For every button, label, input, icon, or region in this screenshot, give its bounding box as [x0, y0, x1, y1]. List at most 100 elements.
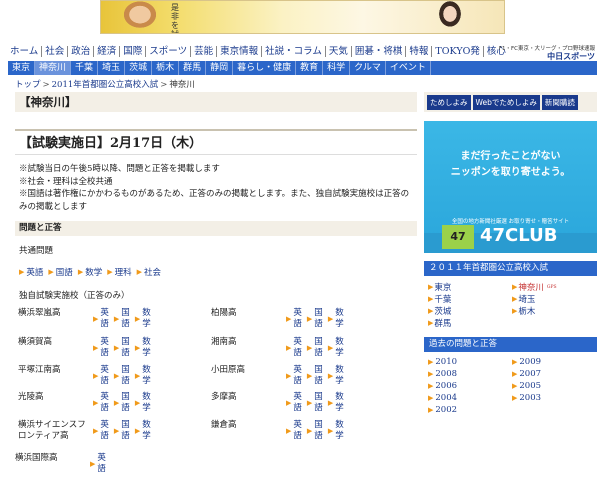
- sidebar-button[interactable]: Webでためしよみ: [472, 94, 540, 110]
- school-subject-link[interactable]: ▶ 英語: [93, 365, 109, 387]
- main-nav-item[interactable]: ホーム: [10, 46, 43, 57]
- common-subject-link[interactable]: ▶ 数学: [78, 266, 102, 278]
- region-nav-item[interactable]: 茨城: [125, 61, 153, 75]
- school-subject-link-label[interactable]: 英語: [100, 337, 109, 359]
- common-subject-link-label[interactable]: 英語: [26, 266, 43, 278]
- region-nav-item[interactable]: 栃木: [152, 61, 180, 75]
- past-exam-year-link[interactable]: ▶ 2005: [512, 381, 541, 391]
- exam-region-link[interactable]: ▶ 群馬: [428, 317, 451, 329]
- school-subject-link-label[interactable]: 国語: [314, 420, 323, 442]
- common-subject-link-label[interactable]: 国語: [56, 266, 73, 278]
- school-subject-link[interactable]: ▶ 数学: [135, 392, 151, 414]
- exam-region-link-label[interactable]: 千葉: [434, 293, 451, 305]
- exam-region-link[interactable]: ▶ 東京: [428, 281, 451, 293]
- region-nav-item[interactable]: 静岡: [206, 61, 234, 75]
- exam-region-link-label[interactable]: 栃木: [518, 305, 535, 317]
- school-subject-link[interactable]: ▶ 数学: [135, 420, 151, 442]
- school-subject-link[interactable]: ▶ 英語: [93, 392, 109, 414]
- main-nav-item[interactable]: 社説・コラム: [262, 46, 326, 57]
- school-subject-link-label[interactable]: 英語: [100, 308, 109, 330]
- main-nav-item[interactable]: TOKYO発: [432, 46, 484, 57]
- main-nav-item[interactable]: 芸能: [191, 46, 218, 57]
- school-subject-link[interactable]: ▶ 英語: [93, 308, 109, 330]
- school-subject-link-label[interactable]: 数学: [142, 365, 151, 387]
- exam-region-link-label[interactable]: 東京: [434, 281, 451, 293]
- school-subject-link[interactable]: ▶ 英語: [286, 365, 302, 387]
- region-nav-item[interactable]: 埼玉: [98, 61, 126, 75]
- main-nav-item[interactable]: スポーツ: [146, 46, 192, 57]
- common-subject-link-label[interactable]: 数学: [85, 266, 102, 278]
- school-subject-link-label[interactable]: 国語: [121, 308, 130, 330]
- exam-region-link-label[interactable]: 神奈川: [518, 281, 544, 293]
- past-exam-year-label[interactable]: 2003: [519, 393, 541, 403]
- exam-region-link-label[interactable]: 群馬: [434, 317, 451, 329]
- school-subject-link-label[interactable]: 国語: [121, 365, 130, 387]
- common-subject-link[interactable]: ▶ 理科: [107, 266, 131, 278]
- main-nav-item[interactable]: 社会: [42, 46, 69, 57]
- past-exam-year-link[interactable]: ▶ 2004: [428, 393, 457, 403]
- common-subject-link-label[interactable]: 社会: [144, 266, 161, 278]
- school-subject-link[interactable]: ▶ 国語: [114, 337, 130, 359]
- school-subject-link-label[interactable]: 国語: [314, 392, 323, 414]
- breadcrumb-parent-link[interactable]: 2011年首都圏公立高校入試: [52, 80, 159, 90]
- school-subject-link-label[interactable]: 英語: [293, 365, 302, 387]
- school-subject-link[interactable]: ▶ 国語: [114, 365, 130, 387]
- main-nav-item[interactable]: 政治: [68, 46, 95, 57]
- school-subject-link-label[interactable]: 数学: [335, 420, 344, 442]
- school-subject-link[interactable]: ▶ 英語: [286, 308, 302, 330]
- past-exam-year-link[interactable]: ▶ 2008: [428, 369, 457, 379]
- school-subject-link[interactable]: ▶ 国語: [114, 308, 130, 330]
- school-subject-link-label[interactable]: 国語: [121, 392, 130, 414]
- common-subject-link-label[interactable]: 理科: [115, 266, 132, 278]
- school-subject-link[interactable]: ▶ 国語: [307, 365, 323, 387]
- school-subject-link[interactable]: ▶ 数学: [135, 308, 151, 330]
- main-nav-item[interactable]: 東京情報: [217, 46, 263, 57]
- school-subject-link-label[interactable]: 数学: [142, 420, 151, 442]
- exam-region-link[interactable]: ▶ 神奈川 GPS: [512, 281, 557, 293]
- school-subject-link-label[interactable]: 数学: [335, 337, 344, 359]
- school-subject-link[interactable]: ▶ 数学: [328, 392, 344, 414]
- main-nav-item[interactable]: 特報: [406, 46, 433, 57]
- sidebar-button[interactable]: 新聞購読: [541, 94, 578, 110]
- school-subject-link-label[interactable]: 数学: [335, 365, 344, 387]
- school-subject-link[interactable]: ▶ 英語: [90, 453, 106, 475]
- sidebar-button[interactable]: ためしよみ: [427, 94, 471, 110]
- past-exam-year-link[interactable]: ▶ 2003: [512, 393, 541, 403]
- school-subject-link-label[interactable]: 英語: [293, 420, 302, 442]
- past-exam-year-link[interactable]: ▶ 2006: [428, 381, 457, 391]
- main-nav-item[interactable]: 囲碁・将棋: [352, 46, 407, 57]
- school-subject-link-label[interactable]: 数学: [142, 392, 151, 414]
- common-subject-link[interactable]: ▶ 英語: [19, 266, 43, 278]
- region-nav-item[interactable]: イベント: [386, 61, 431, 75]
- region-nav-item[interactable]: 神奈川: [35, 61, 72, 75]
- school-subject-link-label[interactable]: 国語: [314, 337, 323, 359]
- school-subject-link-label[interactable]: 数学: [142, 308, 151, 330]
- school-subject-link[interactable]: ▶ 国語: [307, 308, 323, 330]
- school-subject-link-label[interactable]: 英語: [293, 308, 302, 330]
- region-nav-item[interactable]: 教育: [296, 61, 324, 75]
- school-subject-link-label[interactable]: 数学: [142, 337, 151, 359]
- past-exam-year-label[interactable]: 2006: [435, 381, 457, 391]
- school-subject-link[interactable]: ▶ 英語: [286, 392, 302, 414]
- school-subject-link-label[interactable]: 国語: [314, 308, 323, 330]
- chunichi-sports-brand[interactable]: F1・FC東京・大リーグ・プロ野球速報 中日スポーツ: [499, 44, 595, 61]
- exam-region-link[interactable]: ▶ 埼玉: [512, 293, 535, 305]
- school-subject-link[interactable]: ▶ 数学: [328, 308, 344, 330]
- school-subject-link[interactable]: ▶ 国語: [307, 392, 323, 414]
- school-subject-link[interactable]: ▶ 数学: [328, 337, 344, 359]
- region-nav-item[interactable]: クルマ: [350, 61, 386, 75]
- region-nav-item[interactable]: 群馬: [179, 61, 207, 75]
- region-nav-item[interactable]: 千葉: [71, 61, 99, 75]
- past-exam-year-label[interactable]: 2007: [519, 369, 541, 379]
- 47club-advertisement[interactable]: まだ行ったことがない ニッポンを取り寄せよう。 全国の地方新聞社厳選 お取り寄せ…: [424, 121, 597, 253]
- past-exam-year-label[interactable]: 2004: [435, 393, 457, 403]
- school-subject-link[interactable]: ▶ 英語: [286, 420, 302, 442]
- region-nav-item[interactable]: 暮らし・健康: [233, 61, 297, 75]
- exam-region-link-label[interactable]: 埼玉: [518, 293, 535, 305]
- school-subject-link[interactable]: ▶ 国語: [114, 392, 130, 414]
- past-exam-year-label[interactable]: 2008: [435, 369, 457, 379]
- school-subject-link-label[interactable]: 国語: [121, 337, 130, 359]
- exam-region-link[interactable]: ▶ 栃木: [512, 305, 535, 317]
- school-subject-link[interactable]: ▶ 国語: [307, 337, 323, 359]
- past-exam-year-label[interactable]: 2002: [435, 405, 457, 415]
